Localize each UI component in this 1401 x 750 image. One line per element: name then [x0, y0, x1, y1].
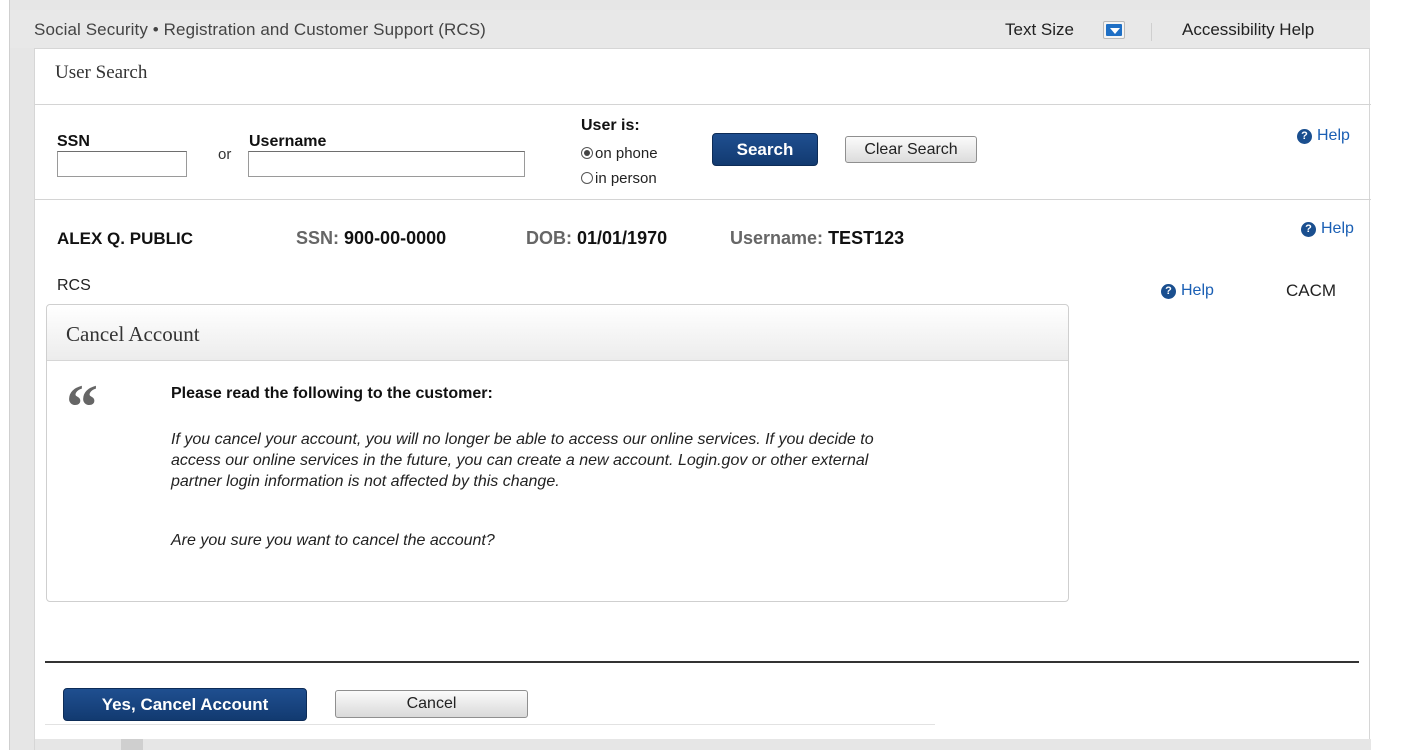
scroll-handle	[121, 739, 143, 750]
customer-username: Username: TEST123	[730, 228, 904, 249]
divider	[45, 661, 1359, 663]
ssn-value: 900-00-0000	[344, 228, 447, 248]
customer-name: ALEX Q. PUBLIC	[57, 229, 194, 248]
help-link-search[interactable]: ? Help	[1297, 127, 1350, 145]
radio-checked-icon[interactable]	[581, 147, 593, 159]
search-button[interactable]: Search	[712, 133, 818, 166]
cancel-account-header: Cancel Account	[47, 305, 1068, 361]
radio-unchecked-icon[interactable]	[581, 172, 593, 184]
user-is-label: User is:	[581, 117, 640, 134]
dob-key: DOB:	[526, 228, 572, 248]
text-size-label[interactable]: Text Size	[1005, 20, 1074, 40]
accessibility-help-link[interactable]: Accessibility Help	[1182, 20, 1314, 40]
customer-ssn: SSN: 900-00-0000	[296, 228, 446, 249]
or-label: or	[218, 146, 232, 163]
confirm-question: Are you sure you want to cancel the acco…	[171, 532, 495, 549]
bottom-strip	[35, 739, 1371, 750]
main-panel: User Search SSN or Username User is: on …	[34, 48, 1371, 750]
top-bar: Social Security • Registration and Custo…	[10, 10, 1370, 48]
ssn-input[interactable]	[57, 151, 187, 177]
read-script-text: If you cancel your account, you will no …	[171, 431, 874, 490]
ssn-key: SSN:	[296, 228, 340, 248]
breadcrumb-rcs: RCS	[57, 277, 91, 294]
quote-icon: “	[66, 371, 98, 442]
username-value: TEST123	[828, 228, 905, 248]
radio-label: on phone	[595, 145, 658, 162]
clear-search-button[interactable]: Clear Search	[845, 136, 977, 163]
radio-on-phone[interactable]: on phone	[581, 145, 658, 162]
divider	[1151, 23, 1152, 41]
radio-in-person[interactable]: in person	[581, 170, 657, 187]
username-input[interactable]	[248, 151, 525, 177]
yes-cancel-account-button[interactable]: Yes, Cancel Account	[63, 688, 307, 721]
cancel-button[interactable]: Cancel	[335, 690, 528, 718]
cancel-account-title: Cancel Account	[66, 322, 200, 346]
screen-code-cacm: CACM	[1286, 281, 1337, 300]
help-link-cancel[interactable]: ? Help	[1161, 282, 1214, 300]
divider	[35, 104, 1371, 105]
help-label: Help	[1181, 282, 1214, 299]
help-icon: ?	[1161, 283, 1176, 299]
user-search-title: User Search	[55, 62, 148, 83]
radio-label: in person	[595, 170, 657, 187]
username-key: Username:	[730, 228, 824, 248]
username-label: Username	[249, 133, 327, 150]
chevron-down-icon[interactable]	[1103, 21, 1125, 39]
right-gutter	[1370, 0, 1401, 750]
help-icon: ?	[1301, 221, 1316, 237]
divider	[35, 199, 1371, 200]
help-label: Help	[1321, 220, 1354, 237]
customer-dob: DOB: 01/01/1970	[526, 228, 667, 249]
dob-value: 01/01/1970	[577, 228, 668, 248]
divider	[45, 724, 935, 725]
help-link-customer[interactable]: ? Help	[1301, 220, 1354, 238]
ssn-label: SSN	[57, 133, 90, 150]
help-icon: ?	[1297, 128, 1312, 144]
help-label: Help	[1317, 127, 1350, 144]
app-title: Social Security • Registration and Custo…	[34, 20, 486, 39]
read-to-customer-heading: Please read the following to the custome…	[171, 385, 493, 402]
cancel-account-box: Cancel Account “ Please read the followi…	[46, 304, 1069, 602]
